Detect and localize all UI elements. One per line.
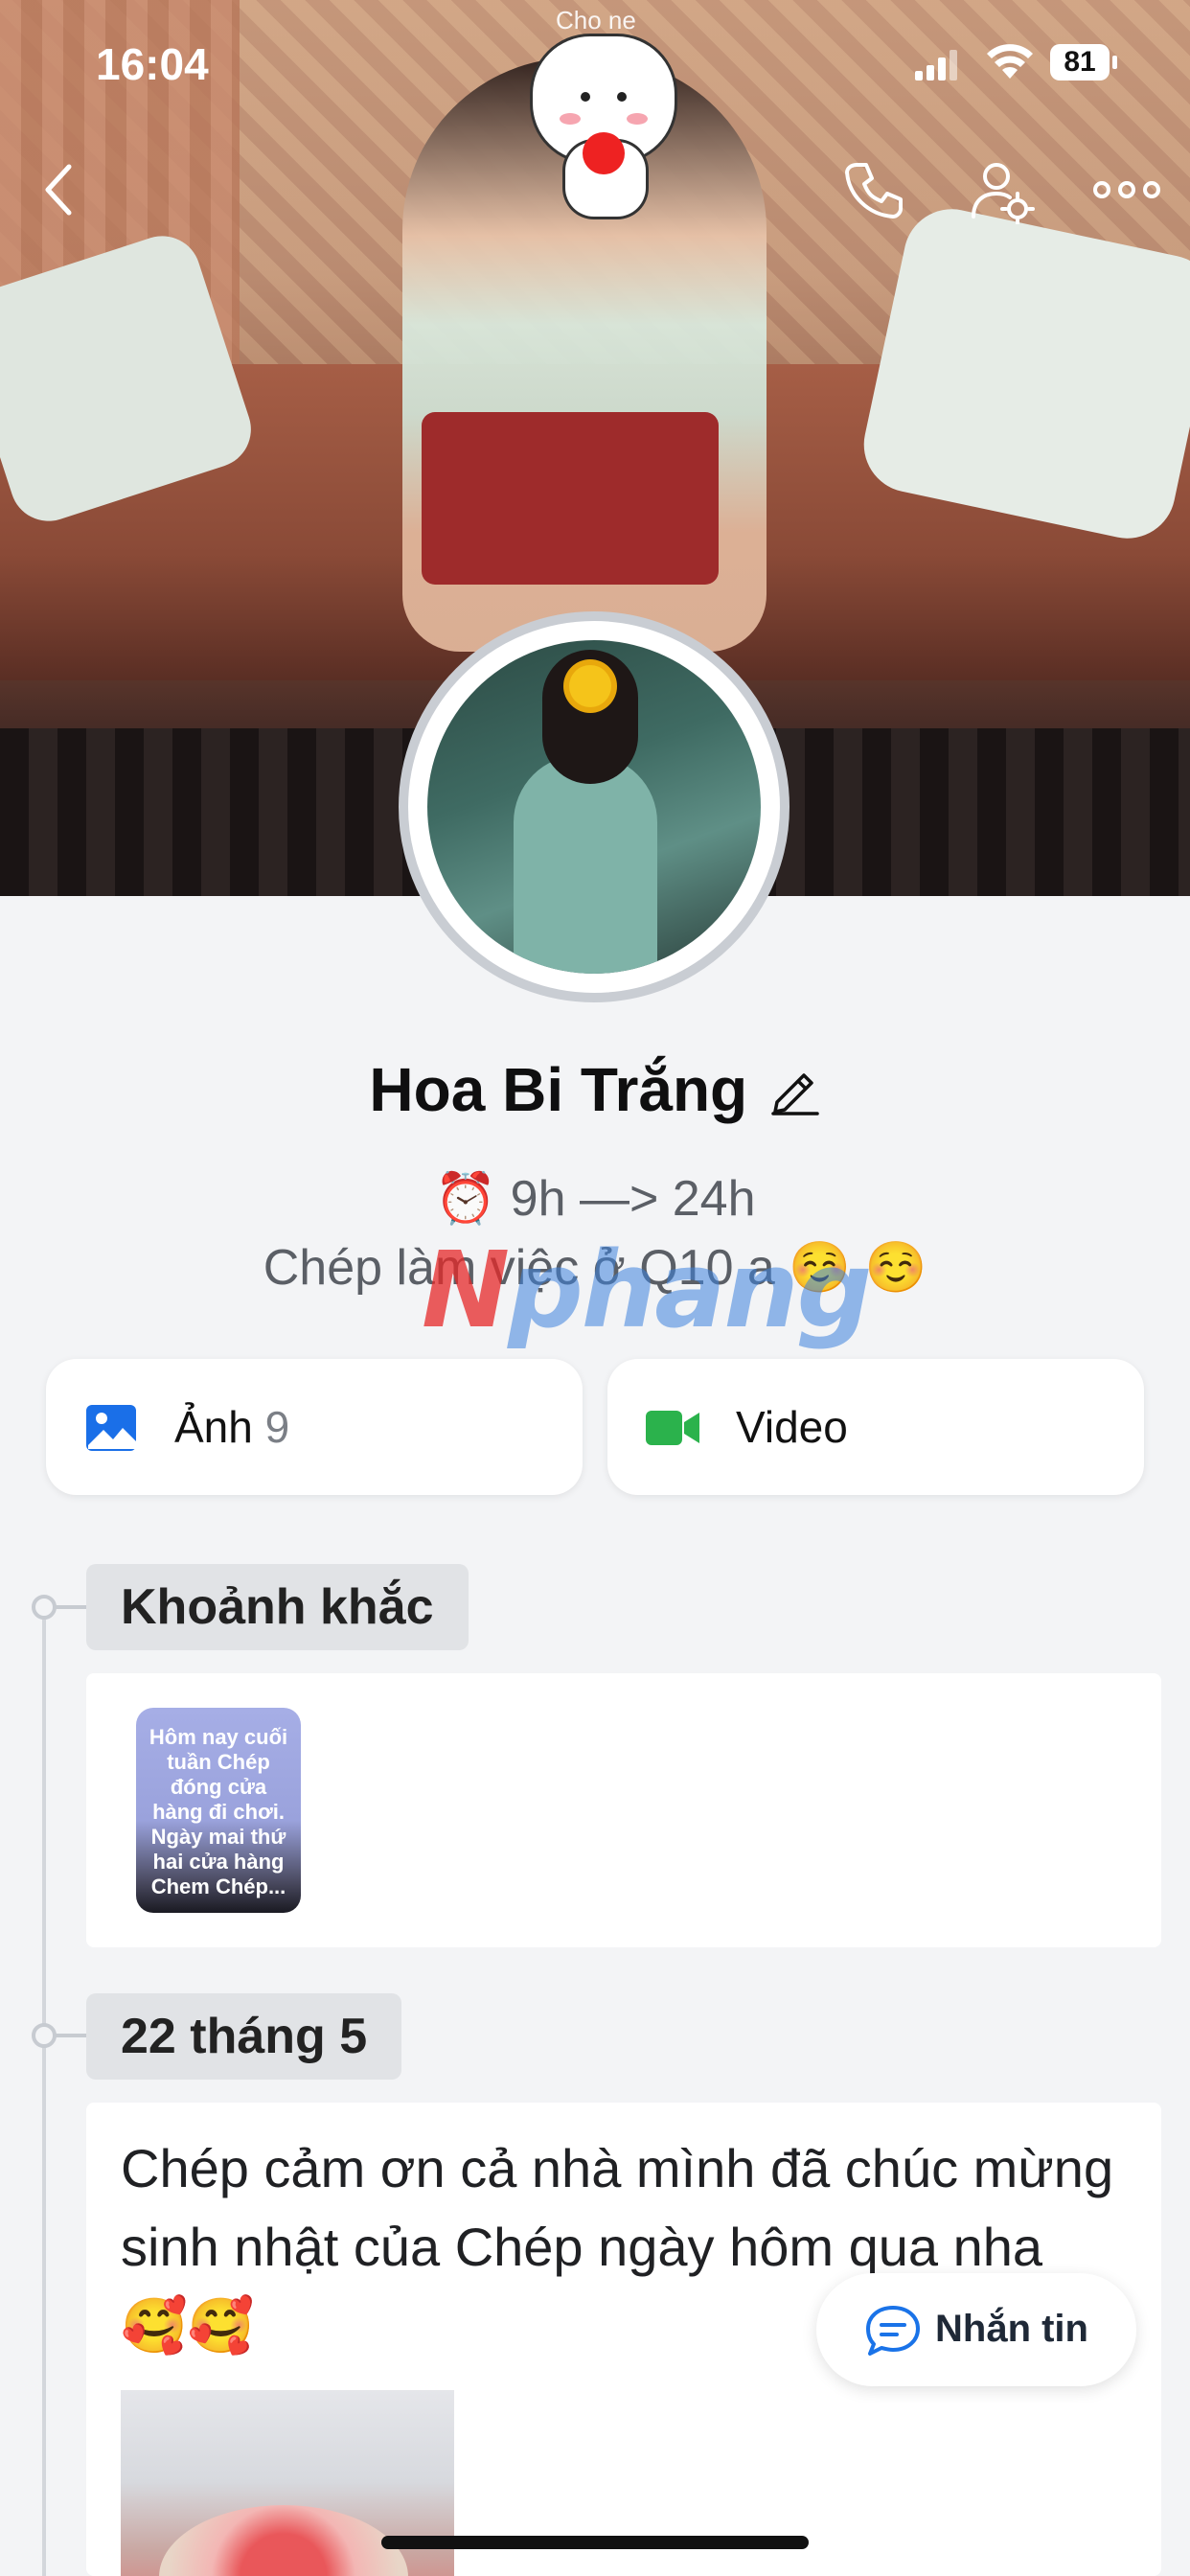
profile-name: Hoa Bi Trắng <box>369 1055 748 1124</box>
timeline-dot <box>32 1595 57 1620</box>
battery-indicator: 81 <box>1050 44 1117 80</box>
more-icon[interactable] <box>1092 163 1161 217</box>
photos-label: Ảnh <box>174 1402 253 1452</box>
watermark: Nphang <box>422 1229 872 1351</box>
sunflower-icon <box>569 665 611 707</box>
watermark-part2: phang <box>508 1229 872 1351</box>
timeline-tick <box>56 2034 88 2037</box>
chevron-left-icon[interactable] <box>36 161 82 218</box>
message-button-label: Nhắn tin <box>935 2308 1088 2350</box>
image-icon <box>86 1405 136 1451</box>
profile-name-row: Hoa Bi Trắng <box>0 1054 1190 1131</box>
chat-bubble-icon <box>866 2306 920 2356</box>
user-settings-icon[interactable] <box>970 159 1035 224</box>
moment-thumb-text: Hôm nay cuối tuần Chép đóng cửa hàng đi … <box>149 1725 288 1898</box>
timeline-dot <box>32 2023 57 2048</box>
profile-bio-line1: ⏰ 9h —> 24h <box>434 1171 756 1227</box>
status-bar: 16:04 81 <box>0 0 1190 125</box>
status-time: 16:04 <box>96 39 209 89</box>
photos-button[interactable]: Ảnh 9 <box>46 1359 583 1495</box>
timeline-tick <box>56 1605 88 1609</box>
home-indicator[interactable] <box>381 2536 809 2549</box>
post-date-tag: 22 tháng 5 <box>86 1993 402 2080</box>
moment-thumbnail[interactable]: Hôm nay cuối tuần Chép đóng cửa hàng đi … <box>136 1708 301 1913</box>
moments-card: Hôm nay cuối tuần Chép đóng cửa hàng đi … <box>86 1673 1161 1947</box>
moments-tag: Khoảnh khắc <box>86 1564 469 1650</box>
timeline-line <box>42 1610 46 2576</box>
message-button[interactable]: Nhắn tin <box>816 2273 1136 2386</box>
signal-icon <box>915 50 957 80</box>
cover-red-pillow <box>422 412 719 585</box>
videos-label: Video <box>736 1402 848 1452</box>
phone-icon[interactable] <box>843 159 904 220</box>
videos-button[interactable]: Video <box>607 1359 1144 1495</box>
avatar-image <box>427 640 761 974</box>
photos-count: 9 <box>264 1402 290 1452</box>
watermark-part1: N <box>422 1229 510 1351</box>
video-camera-icon <box>646 1411 699 1445</box>
wifi-icon <box>987 44 1033 79</box>
avatar[interactable] <box>399 611 790 1002</box>
pencil-icon[interactable] <box>769 1064 821 1116</box>
